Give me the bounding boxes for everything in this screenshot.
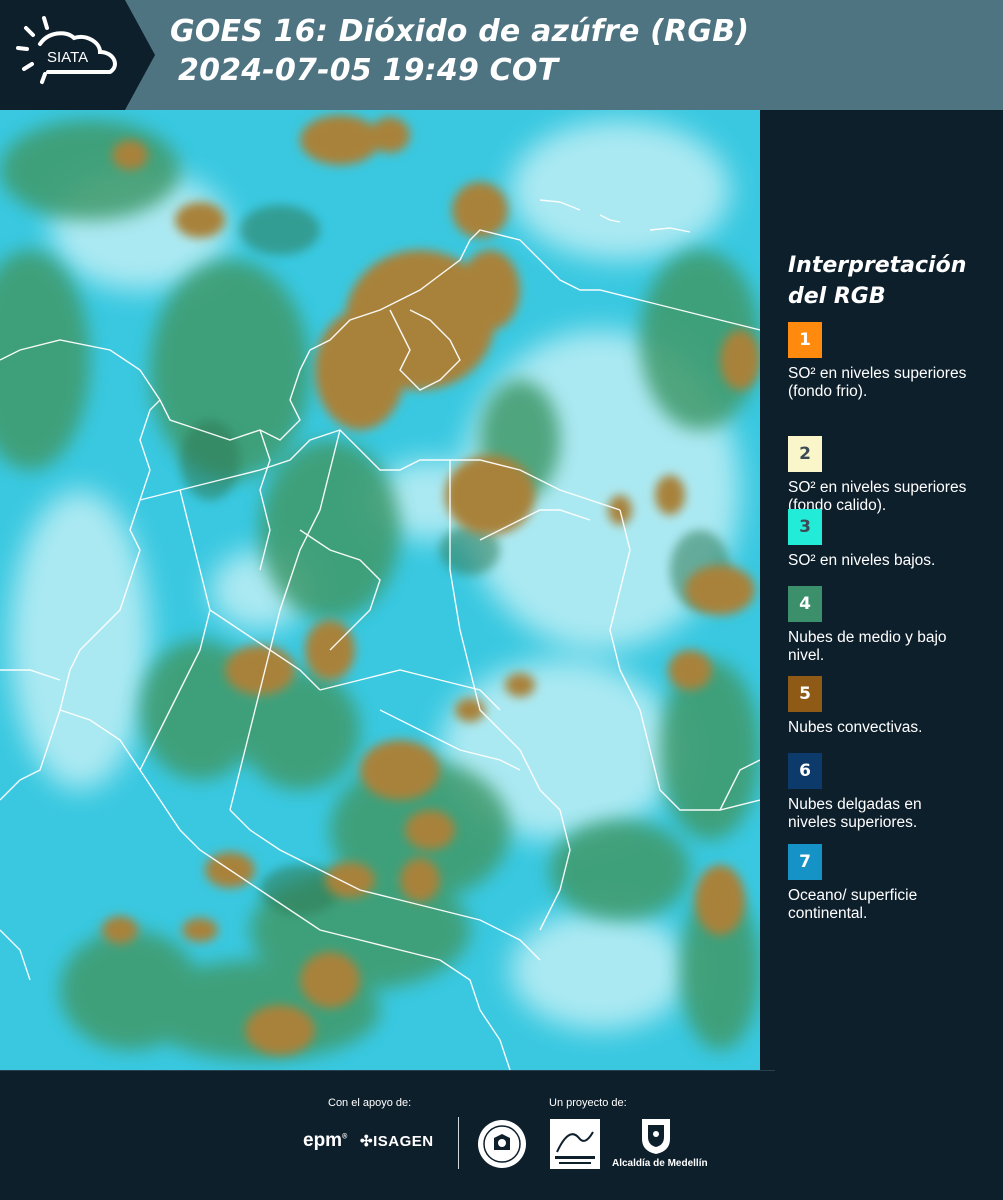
legend: Interpretación del RGB 1 SO² en niveles s… xyxy=(788,250,988,922)
legend-swatch: 4 xyxy=(788,586,822,622)
legend-swatch: 1 xyxy=(788,322,822,358)
footer: Con el apoyo de: Un proyecto de: epm® ✣I… xyxy=(0,1070,1003,1200)
isagen-logo-text: ISAGEN xyxy=(373,1133,434,1150)
title-line-2: 2024-07-05 19:49 COT xyxy=(178,53,559,88)
support-label: Con el apoyo de: xyxy=(328,1097,412,1109)
legend-swatch: 3 xyxy=(788,509,822,545)
epm-logo-text: epm xyxy=(303,1130,343,1151)
legend-item-6: 6 Nubes delgadas en niveles superiores. xyxy=(788,753,988,832)
isagen-icon: ✣ xyxy=(360,1133,374,1150)
legend-item-text: SO² en niveles bajos. xyxy=(788,552,936,569)
legend-swatch: 7 xyxy=(788,844,822,880)
legend-item-5: 5 Nubes convectivas. xyxy=(788,676,988,737)
map-canvas xyxy=(0,110,760,1070)
legend-item-text: Nubes delgadas en niveles superiores. xyxy=(788,796,922,831)
legend-swatch: 2 xyxy=(788,436,822,472)
legend-swatch: 5 xyxy=(788,676,822,712)
isagen-logo: ✣ISAGEN xyxy=(360,1132,434,1150)
legend-item-7: 7 Oceano/ superficie continental. xyxy=(788,844,988,923)
alcaldia-logo-text: Alcaldía de Medellín xyxy=(612,1158,708,1169)
siata-logo: SIATA xyxy=(0,0,155,110)
footer-logo-divider xyxy=(458,1117,459,1169)
alcaldia-shield-icon xyxy=(642,1119,670,1154)
legend-title: Interpretación del RGB xyxy=(788,253,967,309)
siata-sun-icon: SIATA xyxy=(16,16,117,84)
legend-item-3: 3 SO² en niveles bajos. xyxy=(788,509,988,570)
university-seal-icon xyxy=(478,1120,526,1168)
area-metropolitana-logo xyxy=(550,1119,600,1169)
footer-divider xyxy=(0,1070,775,1071)
satellite-map[interactable] xyxy=(0,110,760,1070)
project-label: Un proyecto de: xyxy=(549,1097,627,1109)
legend-item-text: SO² en niveles superiores (fondo frio). xyxy=(788,365,967,400)
legend-swatch: 6 xyxy=(788,753,822,789)
legend-item-text: Nubes de medio y bajo nivel. xyxy=(788,629,947,664)
header: SIATA GOES 16: Dióxido de azúfre (RGB) 2… xyxy=(0,0,1003,110)
legend-item-text: Nubes convectivas. xyxy=(788,719,923,736)
title-line-1: GOES 16: Dióxido de azúfre (RGB) xyxy=(170,14,750,49)
svg-text:SIATA: SIATA xyxy=(47,49,88,66)
epm-logo: epm® xyxy=(303,1130,348,1151)
legend-item-text: Oceano/ superficie continental. xyxy=(788,887,918,922)
legend-item-4: 4 Nubes de medio y bajo nivel. xyxy=(788,586,988,665)
legend-item-1: 1 SO² en niveles superiores (fondo frio). xyxy=(788,322,988,401)
legend-item-2: 2 SO² en niveles superiores (fondo calido… xyxy=(788,436,988,515)
